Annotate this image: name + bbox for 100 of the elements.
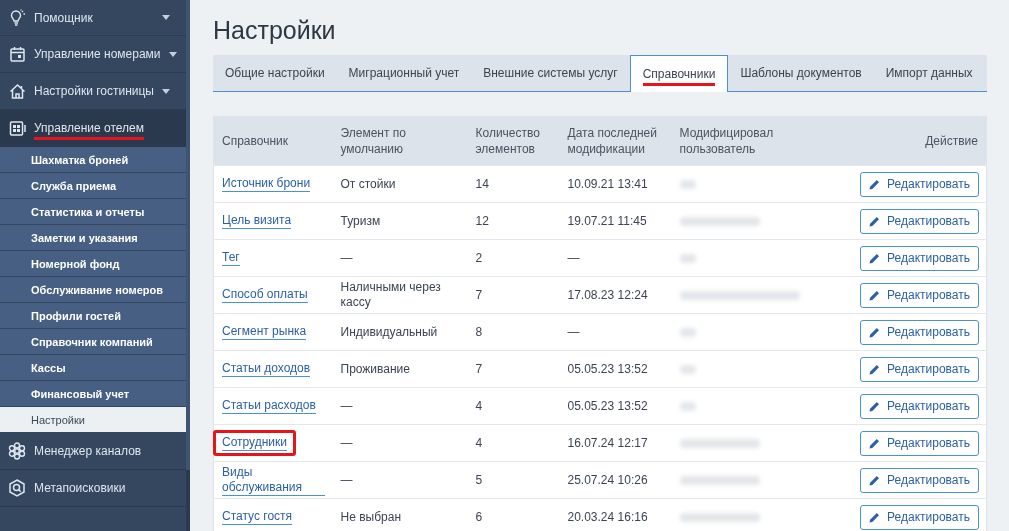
column-header: Справочник: [222, 134, 288, 148]
table-cell: 5: [475, 472, 483, 487]
blurred-text: [679, 179, 696, 189]
table-cell: 6: [475, 509, 483, 524]
pencil-icon: [869, 178, 881, 190]
caret-icon: [162, 88, 170, 94]
edit-button[interactable]: Редактировать: [860, 393, 979, 419]
tab[interactable]: Шаблоны документов: [728, 55, 874, 91]
table-cell: Индивидуальный: [340, 324, 438, 339]
column-header: Дата последней модификации: [567, 126, 657, 156]
sidebar-subitem[interactable]: Служба приема: [0, 173, 186, 199]
pencil-icon: [869, 289, 881, 301]
page-title: Настройки: [213, 16, 336, 45]
pencil-icon: [869, 252, 881, 264]
table-cell: 20.03.24 16:16: [567, 509, 648, 524]
column-header: Элемент по умолчанию: [340, 126, 406, 156]
table-cell: 17.08.23 12:24: [567, 287, 648, 302]
table-cell: 05.05.23 13:52: [567, 361, 648, 376]
table-cell: —: [340, 472, 353, 487]
sidebar-item[interactable]: Управление отелем: [0, 110, 186, 147]
pencil-icon: [869, 437, 881, 449]
table-cell: —: [567, 324, 580, 339]
table-cell: 4: [475, 398, 483, 413]
table-cell: 19.07.21 11:45: [567, 213, 647, 228]
flower-icon: [8, 442, 26, 460]
lightbulb-icon: [8, 8, 26, 27]
table-cell: —: [340, 398, 353, 413]
pencil-icon: [869, 474, 881, 486]
table-cell: 8: [475, 324, 483, 339]
table-cell: 12: [475, 213, 489, 228]
table-cell: 16.07.24 12:17: [567, 435, 648, 450]
edit-button[interactable]: Редактировать: [860, 208, 979, 234]
sidebar-item[interactable]: Менеджер каналов: [0, 433, 186, 470]
search-icon: [8, 479, 26, 497]
reference-link[interactable]: Статьи расходов: [222, 398, 316, 414]
table-cell: Не выбран: [340, 509, 402, 524]
sidebar-subitem[interactable]: Настройки: [0, 407, 186, 433]
building-icon: [8, 119, 26, 137]
tab[interactable]: Общие настройки: [213, 55, 337, 91]
tab[interactable]: Справочники: [629, 55, 729, 92]
sidebar-subitem[interactable]: Финансовый учет: [0, 381, 186, 407]
table-cell: 14: [475, 176, 489, 191]
table-cell: —: [567, 250, 580, 265]
edit-button[interactable]: Редактировать: [860, 319, 979, 345]
column-header: Количество элементов: [475, 126, 540, 156]
reference-link[interactable]: Тег: [222, 250, 240, 266]
edit-button[interactable]: Редактировать: [860, 467, 979, 493]
reference-link[interactable]: Статьи доходов: [222, 361, 311, 377]
sidebar-subitem[interactable]: Обслуживание номеров: [0, 277, 186, 303]
blurred-text: [679, 401, 696, 411]
tab[interactable]: Внешние системы услуг: [471, 55, 630, 91]
column-header: Модифицировал пользователь: [679, 126, 774, 156]
table-cell: —: [340, 250, 353, 265]
edit-button[interactable]: Редактировать: [860, 171, 979, 197]
sidebar-subitem[interactable]: Кассы: [0, 355, 186, 381]
reference-link[interactable]: Сегмент рынка: [222, 324, 307, 340]
table-cell: Проживание: [340, 361, 410, 376]
blurred-text: [679, 327, 696, 337]
table-cell: Туризм: [340, 213, 381, 228]
sidebar-subitem[interactable]: Справочник компаний: [0, 329, 186, 355]
table-cell: 2: [475, 250, 483, 265]
pencil-icon: [869, 400, 881, 412]
table-cell: От стойки: [340, 176, 396, 191]
reference-link[interactable]: Способ оплаты: [222, 287, 308, 303]
calendar-icon: [8, 45, 26, 63]
reference-link[interactable]: Сотрудники: [222, 435, 287, 451]
edit-button[interactable]: Редактировать: [860, 430, 979, 456]
blurred-text: [679, 364, 696, 374]
table-cell: 7: [475, 287, 483, 302]
blurred-text: [679, 253, 696, 263]
pencil-icon: [869, 326, 881, 338]
sidebar-subitem[interactable]: Номерной фонд: [0, 251, 186, 277]
table-cell: Наличными через кассу: [340, 280, 441, 309]
sidebar-item[interactable]: Управление номерами: [0, 36, 186, 73]
tab[interactable]: Миграционный учет: [336, 55, 472, 91]
sidebar-subitem[interactable]: Профили гостей: [0, 303, 186, 329]
table-cell: 4: [475, 435, 483, 450]
sidebar-subitem[interactable]: Заметки и указания: [0, 225, 186, 251]
pencil-icon: [869, 363, 881, 375]
reference-link[interactable]: Источник брони: [222, 176, 311, 192]
reference-link[interactable]: Цель визита: [222, 213, 292, 229]
edit-button[interactable]: Редактировать: [860, 245, 979, 271]
pencil-icon: [869, 215, 881, 227]
tab[interactable]: Импорт данных: [873, 55, 985, 91]
caret-icon: [162, 15, 170, 20]
edit-button[interactable]: Редактировать: [860, 356, 979, 382]
sidebar-item[interactable]: Метапоисковики: [0, 470, 186, 507]
column-header: Действие: [925, 134, 978, 148]
reference-link[interactable]: Виды обслуживания: [222, 464, 325, 496]
edit-button[interactable]: Редактировать: [860, 282, 979, 308]
table-cell: 7: [475, 361, 483, 376]
table-cell: 10.09.21 13:41: [567, 176, 648, 191]
sidebar-subitem[interactable]: Шахматка броней: [0, 147, 186, 173]
table-cell: —: [340, 435, 353, 450]
reference-link[interactable]: Статус гостя: [222, 509, 293, 525]
table-cell: 25.07.24 10:26: [567, 472, 648, 487]
edit-button[interactable]: Редактировать: [860, 504, 979, 530]
table-cell: 05.05.23 13:52: [567, 398, 648, 413]
sidebar-item[interactable]: Помощник: [0, 0, 186, 36]
sidebar-subitem[interactable]: Статистика и отчеты: [0, 199, 186, 225]
